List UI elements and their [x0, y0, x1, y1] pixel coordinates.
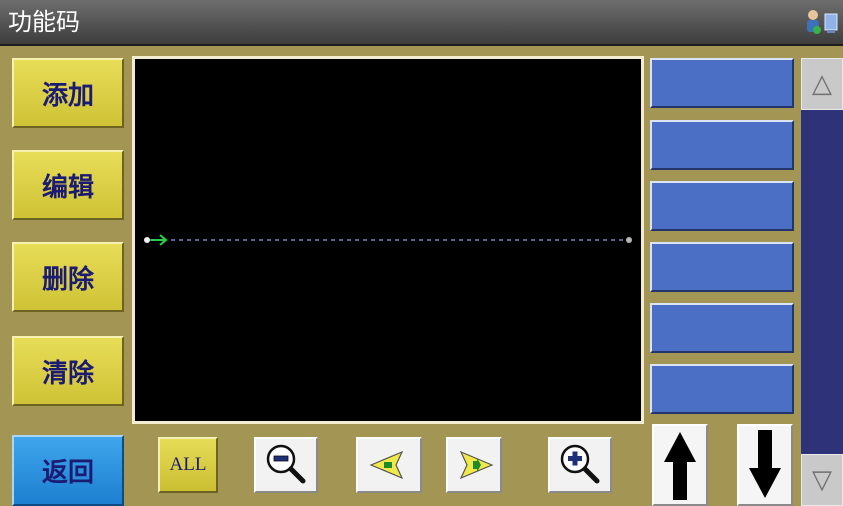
edit-button[interactable]: 编辑 — [12, 150, 124, 220]
arrow-down-icon — [749, 430, 781, 498]
zoom-out-icon — [266, 444, 306, 484]
zoom-out-button[interactable] — [254, 437, 318, 493]
back-button[interactable]: 返回 — [12, 435, 124, 506]
clear-button[interactable]: 清除 — [12, 336, 124, 406]
list-item[interactable] — [650, 181, 794, 231]
page-title: 功能码 — [8, 8, 80, 36]
pattern-canvas[interactable] — [132, 56, 644, 424]
arrow-up-icon — [664, 432, 696, 500]
triangle-down-icon: ▽ — [812, 465, 832, 495]
title-bar: 功能码 — [0, 0, 843, 46]
scroll-down-button[interactable]: ▽ — [801, 454, 843, 506]
list-item[interactable] — [650, 364, 794, 414]
arrow-left-icon — [369, 450, 404, 480]
user-status-icon — [807, 10, 838, 34]
start-point — [144, 237, 150, 243]
move-up-button[interactable] — [652, 424, 708, 506]
move-down-button[interactable] — [737, 424, 793, 506]
delete-button[interactable]: 删除 — [12, 242, 124, 312]
add-button-label: 添加 — [41, 80, 94, 111]
stitch-path — [144, 234, 632, 246]
triangle-up-icon: △ — [812, 69, 832, 99]
clear-button-label: 清除 — [41, 358, 94, 389]
delete-button-label: 删除 — [41, 264, 94, 295]
next-button[interactable] — [446, 437, 502, 493]
arrow-right-icon — [459, 450, 494, 480]
scrollbar-track[interactable] — [801, 58, 843, 506]
add-button[interactable]: 添加 — [12, 58, 124, 128]
list-item[interactable] — [650, 58, 794, 108]
zoom-in-button[interactable] — [548, 437, 612, 493]
end-point — [626, 237, 632, 243]
list-item[interactable] — [650, 120, 794, 170]
all-button-label: ALL — [169, 454, 207, 475]
edit-button-label: 编辑 — [41, 172, 94, 203]
list-item[interactable] — [650, 303, 794, 353]
all-button[interactable]: ALL — [158, 437, 218, 493]
list-item[interactable] — [650, 242, 794, 292]
status-icons — [803, 8, 839, 36]
direction-arrow-icon — [151, 234, 168, 246]
zoom-in-icon — [560, 444, 600, 484]
previous-button[interactable] — [356, 437, 422, 493]
scroll-up-button[interactable]: △ — [801, 58, 843, 110]
back-button-label: 返回 — [41, 458, 94, 488]
